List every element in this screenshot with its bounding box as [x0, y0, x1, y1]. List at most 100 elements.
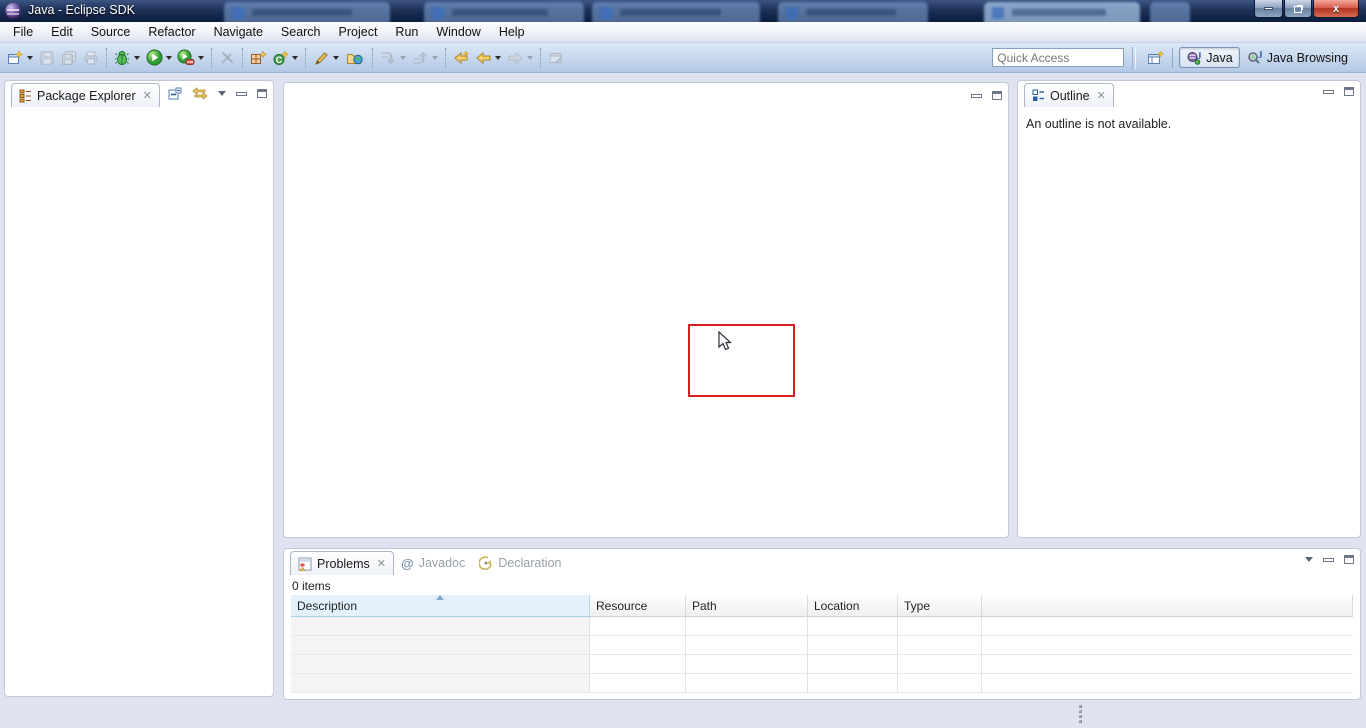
- debug-icon: [114, 50, 130, 66]
- tab-javadoc[interactable]: @ Javadoc: [394, 551, 472, 575]
- debug-button[interactable]: [111, 47, 133, 69]
- next-annotation-icon: [380, 50, 396, 66]
- toolbar-separator: [211, 48, 212, 68]
- perspective-java-button[interactable]: J Java: [1179, 47, 1239, 68]
- run-last-icon: [177, 49, 195, 66]
- minimize-view-icon[interactable]: [1323, 558, 1334, 562]
- minimize-button[interactable]: [1254, 0, 1283, 18]
- tab-declaration[interactable]: Declaration: [472, 551, 568, 575]
- menu-search[interactable]: Search: [272, 23, 330, 41]
- table-row: [291, 674, 1353, 693]
- menu-run[interactable]: Run: [386, 23, 427, 41]
- menu-file[interactable]: File: [4, 23, 42, 41]
- quick-access-input[interactable]: [992, 48, 1124, 67]
- declaration-icon: [479, 556, 493, 570]
- view-menu-icon[interactable]: [218, 91, 226, 96]
- close-button[interactable]: x: [1313, 0, 1359, 18]
- column-header-path[interactable]: Path: [686, 595, 808, 617]
- close-icon[interactable]: ✕: [1097, 89, 1106, 102]
- table-row: [291, 636, 1353, 655]
- new-wizard-button[interactable]: [4, 47, 26, 69]
- maximize-view-icon[interactable]: [1344, 87, 1354, 96]
- problems-panel: Problems ✕ @ Javadoc Declaration 0 items: [283, 548, 1361, 700]
- last-edit-location-icon: [453, 50, 470, 66]
- maximize-view-icon[interactable]: [257, 89, 267, 98]
- cursor-icon: [718, 331, 736, 353]
- menu-window[interactable]: Window: [427, 23, 489, 41]
- toolbar-separator: [242, 48, 243, 68]
- run-last-dropdown[interactable]: [198, 56, 204, 60]
- maximize-view-icon[interactable]: [1344, 555, 1354, 564]
- menu-help[interactable]: Help: [490, 23, 534, 41]
- open-perspective-button[interactable]: [1144, 47, 1166, 69]
- debug-dropdown[interactable]: [134, 56, 140, 60]
- perspective-java-browsing-label: Java Browsing: [1267, 51, 1348, 65]
- minimize-icon: [1264, 7, 1273, 10]
- column-header-type[interactable]: Type: [898, 595, 982, 617]
- view-menu-icon[interactable]: [1305, 557, 1313, 562]
- sash-grip[interactable]: [1079, 705, 1083, 723]
- problems-table-header: Description Resource Path Location Type: [291, 595, 1353, 617]
- close-icon: x: [1333, 3, 1339, 15]
- perspective-divider: [1172, 48, 1173, 68]
- toolbar-separator: [445, 48, 446, 68]
- problems-header: Problems ✕ @ Javadoc Declaration: [284, 549, 1360, 575]
- menu-refactor[interactable]: Refactor: [139, 23, 204, 41]
- maximize-view-icon[interactable]: [992, 91, 1002, 100]
- new-wizard-icon: [7, 50, 23, 66]
- prev-annotation-dropdown: [432, 56, 438, 60]
- menu-navigate[interactable]: Navigate: [205, 23, 272, 41]
- background-browser-tab: [424, 2, 584, 22]
- tab-outline[interactable]: Outline ✕: [1024, 83, 1114, 107]
- new-wizard-dropdown[interactable]: [27, 56, 33, 60]
- open-task-button[interactable]: [310, 47, 332, 69]
- link-editor-icon[interactable]: [192, 87, 208, 100]
- column-header-location[interactable]: Location: [808, 595, 898, 617]
- close-icon[interactable]: ✕: [143, 89, 152, 102]
- menu-source[interactable]: Source: [82, 23, 140, 41]
- minimize-view-icon[interactable]: [236, 92, 247, 96]
- restore-button[interactable]: [1284, 0, 1312, 18]
- new-class-dropdown[interactable]: [292, 56, 298, 60]
- collapse-all-icon[interactable]: [168, 87, 182, 100]
- back-dropdown[interactable]: [495, 56, 501, 60]
- toolbar-separator: [372, 48, 373, 68]
- menu-edit[interactable]: Edit: [42, 23, 82, 41]
- perspective-java-browsing-button[interactable]: J Java Browsing: [1240, 48, 1354, 67]
- editor-area[interactable]: [283, 82, 1009, 538]
- background-browser-tab: [224, 2, 390, 22]
- perspective-separator: [1132, 47, 1136, 69]
- problems-table-body: [291, 617, 1353, 693]
- last-edit-location-button[interactable]: [450, 47, 472, 69]
- open-type-button[interactable]: [342, 47, 368, 69]
- new-class-button[interactable]: C: [269, 47, 291, 69]
- run-last-button[interactable]: [175, 47, 197, 69]
- red-selection-rectangle: [688, 324, 795, 397]
- tab-label: Declaration: [498, 556, 561, 570]
- back-button[interactable]: [472, 47, 494, 69]
- minimize-view-icon[interactable]: [971, 94, 982, 98]
- close-icon[interactable]: ✕: [377, 557, 386, 570]
- package-explorer-body[interactable]: [5, 107, 273, 696]
- outline-icon: [1032, 89, 1045, 102]
- eclipse-logo-icon: [5, 3, 21, 19]
- menu-bar: File Edit Source Refactor Navigate Searc…: [0, 22, 1366, 43]
- forward-button: [504, 47, 526, 69]
- run-button[interactable]: [143, 47, 165, 69]
- sort-asc-icon: [436, 595, 444, 600]
- tab-label: Javadoc: [419, 556, 466, 570]
- open-task-dropdown[interactable]: [333, 56, 339, 60]
- forward-dropdown: [527, 56, 533, 60]
- background-browser-tab: [778, 2, 928, 22]
- tab-package-explorer[interactable]: Package Explorer ✕: [11, 83, 160, 107]
- tab-problems[interactable]: Problems ✕: [290, 551, 394, 575]
- problems-icon: [298, 557, 312, 571]
- column-header-resource[interactable]: Resource: [590, 595, 686, 617]
- minimize-view-icon[interactable]: [1323, 90, 1334, 94]
- run-dropdown[interactable]: [166, 56, 172, 60]
- pin-editor-icon: [548, 50, 564, 66]
- tab-label: Problems: [317, 557, 370, 571]
- menu-project[interactable]: Project: [330, 23, 387, 41]
- new-java-project-button[interactable]: [247, 47, 269, 69]
- column-header-description[interactable]: Description: [291, 595, 590, 617]
